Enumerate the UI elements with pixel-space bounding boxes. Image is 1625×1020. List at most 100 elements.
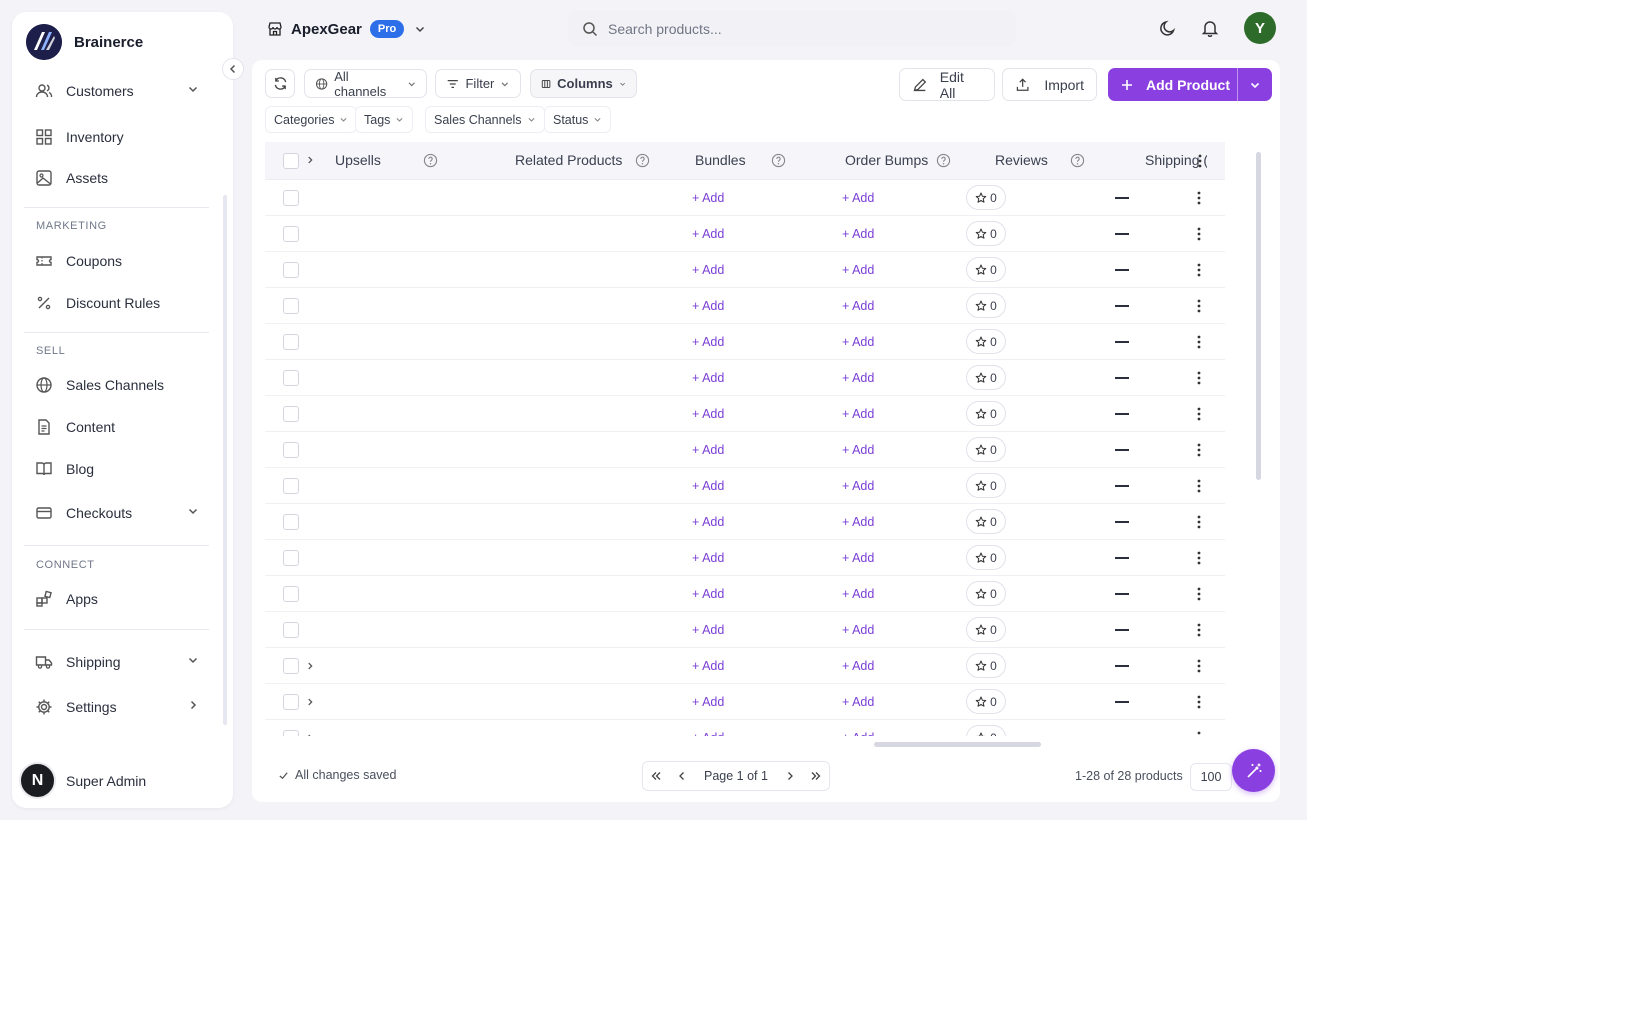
filter-button[interactable]: Filter: [435, 69, 521, 98]
prev-page-button[interactable]: [669, 770, 695, 782]
reviews-badge[interactable]: 0: [966, 257, 1006, 282]
row-checkbox[interactable]: [283, 370, 299, 386]
row-checkbox[interactable]: [283, 550, 299, 566]
add-order-bump-link[interactable]: + Add: [842, 695, 874, 709]
help-icon[interactable]: [423, 153, 438, 168]
filter-sales-channels[interactable]: Sales Channels: [425, 106, 545, 133]
kebab-icon[interactable]: [1192, 514, 1206, 535]
theme-toggle-button[interactable]: [1157, 17, 1179, 39]
next-page-button[interactable]: [777, 770, 803, 782]
horizontal-scrollbar[interactable]: [874, 742, 1041, 747]
reviews-badge[interactable]: 0: [966, 545, 1006, 570]
row-checkbox[interactable]: [283, 262, 299, 278]
table-row[interactable]: + Add + Add 0: [265, 576, 1225, 612]
kebab-icon[interactable]: [1192, 334, 1206, 355]
add-order-bump-link[interactable]: + Add: [842, 515, 874, 529]
sidebar-item-apps[interactable]: Apps: [24, 580, 209, 618]
row-checkbox[interactable]: [283, 298, 299, 314]
row-checkbox[interactable]: [283, 694, 299, 710]
add-order-bump-link[interactable]: + Add: [842, 659, 874, 673]
per-page-select[interactable]: 100: [1190, 763, 1232, 791]
chevron-right-icon[interactable]: [305, 694, 315, 712]
kebab-icon[interactable]: [1192, 694, 1206, 715]
add-bundle-link[interactable]: + Add: [692, 587, 724, 601]
add-order-bump-link[interactable]: + Add: [842, 623, 874, 637]
reviews-badge[interactable]: 0: [966, 365, 1006, 390]
table-row[interactable]: + Add + Add 0: [265, 288, 1225, 324]
last-page-button[interactable]: [803, 770, 829, 782]
table-row[interactable]: + Add + Add 0: [265, 396, 1225, 432]
filter-tags[interactable]: Tags: [355, 106, 414, 133]
vertical-scrollbar[interactable]: [1256, 152, 1261, 480]
store-switcher[interactable]: ApexGear Pro: [267, 16, 426, 42]
add-bundle-link[interactable]: + Add: [692, 623, 724, 637]
add-product-button[interactable]: Add Product: [1108, 77, 1237, 93]
add-product-menu-button[interactable]: [1238, 79, 1272, 91]
sidebar-item-sales-channels[interactable]: Sales Channels: [24, 366, 209, 404]
add-order-bump-link[interactable]: + Add: [842, 191, 874, 205]
add-bundle-link[interactable]: + Add: [692, 551, 724, 565]
reviews-badge[interactable]: 0: [966, 401, 1006, 426]
add-bundle-link[interactable]: + Add: [692, 299, 724, 313]
add-bundle-link[interactable]: + Add: [692, 515, 724, 529]
add-bundle-link[interactable]: + Add: [692, 227, 724, 241]
table-row[interactable]: + Add + Add 0: [265, 648, 1225, 684]
row-checkbox[interactable]: [283, 442, 299, 458]
sidebar-item-shipping[interactable]: Shipping: [24, 643, 209, 681]
add-bundle-link[interactable]: + Add: [692, 263, 724, 277]
add-order-bump-link[interactable]: + Add: [842, 263, 874, 277]
add-bundle-link[interactable]: + Add: [692, 191, 724, 205]
select-all-checkbox[interactable]: [283, 153, 299, 169]
add-bundle-link[interactable]: + Add: [692, 335, 724, 349]
reviews-badge[interactable]: 0: [966, 473, 1006, 498]
first-page-button[interactable]: [643, 770, 669, 782]
row-checkbox[interactable]: [283, 586, 299, 602]
table-row[interactable]: + Add + Add 0: [265, 504, 1225, 540]
chevron-right-icon[interactable]: [305, 658, 315, 676]
filter-categories[interactable]: Categories: [265, 106, 358, 133]
notifications-button[interactable]: [1199, 17, 1221, 39]
row-checkbox[interactable]: [283, 478, 299, 494]
brand[interactable]: Brainerce: [26, 22, 143, 62]
sidebar-item-coupons[interactable]: Coupons: [24, 242, 209, 280]
help-icon[interactable]: [771, 153, 786, 168]
chevron-right-icon[interactable]: [305, 730, 315, 736]
add-order-bump-link[interactable]: + Add: [842, 587, 874, 601]
column-header[interactable]: Related Products: [515, 152, 622, 168]
reviews-badge[interactable]: 0: [966, 581, 1006, 606]
table-row[interactable]: + Add + Add 0: [265, 180, 1225, 216]
reviews-badge[interactable]: 0: [966, 725, 1006, 736]
sidebar-item-customers[interactable]: Customers: [24, 72, 209, 110]
add-order-bump-link[interactable]: + Add: [842, 731, 874, 736]
add-order-bump-link[interactable]: + Add: [842, 407, 874, 421]
kebab-icon[interactable]: [1192, 658, 1206, 679]
row-checkbox[interactable]: [283, 658, 299, 674]
collapse-sidebar-button[interactable]: [222, 58, 244, 80]
row-checkbox[interactable]: [283, 730, 299, 736]
columns-button[interactable]: Columns: [530, 69, 637, 98]
table-row[interactable]: + Add + Add 0: [265, 612, 1225, 648]
table-row[interactable]: + Add + Add 0: [265, 324, 1225, 360]
kebab-icon[interactable]: [1192, 478, 1206, 499]
row-checkbox[interactable]: [283, 406, 299, 422]
add-order-bump-link[interactable]: + Add: [842, 551, 874, 565]
column-header[interactable]: Reviews: [995, 152, 1048, 168]
add-order-bump-link[interactable]: + Add: [842, 299, 874, 313]
sidebar-item-checkouts[interactable]: Checkouts: [24, 494, 209, 532]
add-bundle-link[interactable]: + Add: [692, 407, 724, 421]
kebab-icon[interactable]: [1192, 226, 1206, 247]
row-checkbox[interactable]: [283, 514, 299, 530]
avatar[interactable]: Y: [1244, 12, 1276, 44]
kebab-icon[interactable]: [1192, 190, 1206, 211]
user-profile[interactable]: N Super Admin: [19, 762, 146, 799]
sidebar-item-inventory[interactable]: Inventory: [24, 118, 209, 156]
import-button[interactable]: Import: [1002, 68, 1097, 101]
chevron-right-icon[interactable]: [305, 155, 315, 165]
kebab-icon[interactable]: [1192, 550, 1206, 571]
channels-dropdown[interactable]: All channels: [304, 69, 427, 99]
add-bundle-link[interactable]: + Add: [692, 695, 724, 709]
row-checkbox[interactable]: [283, 334, 299, 350]
table-row[interactable]: + Add + Add 0: [265, 540, 1225, 576]
row-checkbox[interactable]: [283, 190, 299, 206]
reviews-badge[interactable]: 0: [966, 185, 1006, 210]
